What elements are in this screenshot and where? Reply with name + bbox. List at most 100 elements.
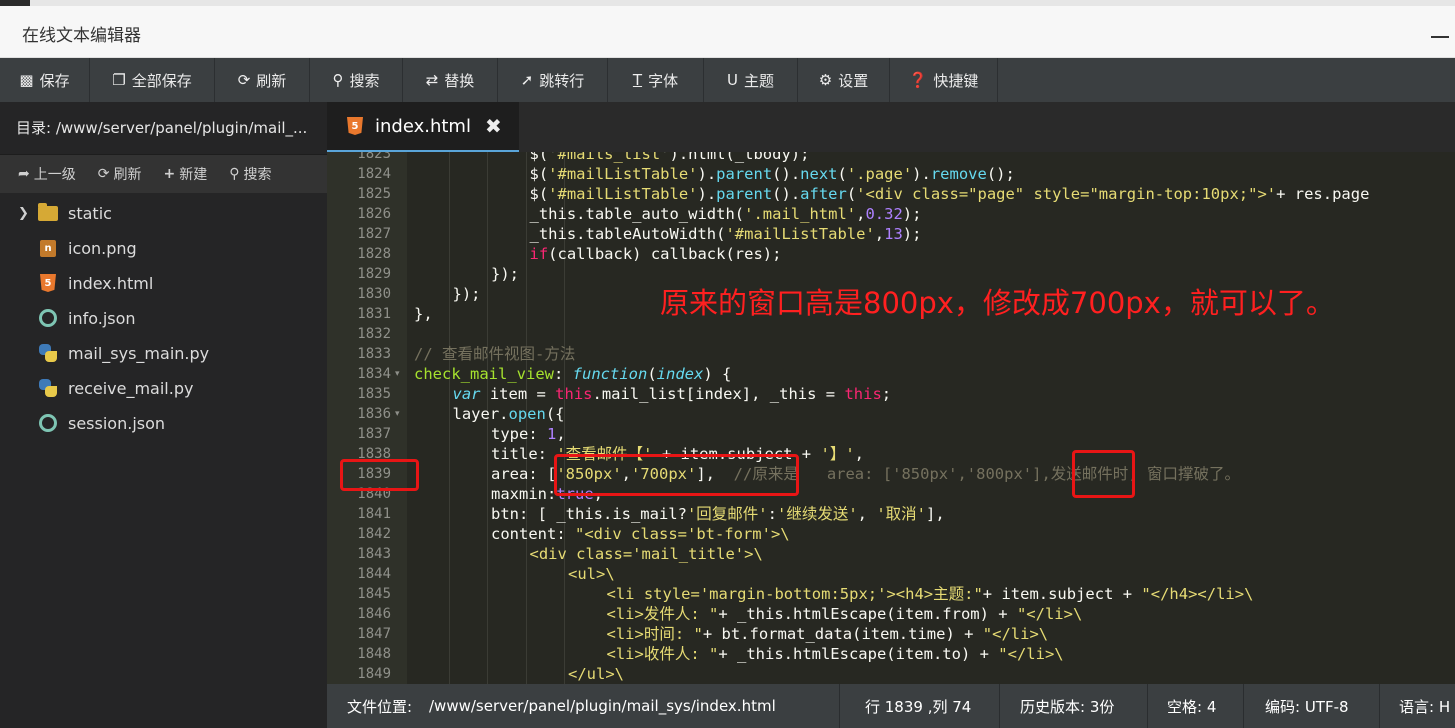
file-name: info.json: [68, 308, 136, 328]
code-token: ().: [772, 165, 801, 183]
code-token: parent: [716, 165, 773, 183]
file-item[interactable]: mail_sys_main.py: [0, 336, 327, 370]
indent-spaces[interactable]: 空格: 4: [1167, 684, 1216, 728]
code-token: );: [902, 205, 922, 223]
close-icon[interactable]: ✖: [485, 114, 502, 138]
up-level-button[interactable]: ➦ 上一级: [18, 164, 76, 184]
save-button[interactable]: ▩ 保存: [0, 58, 90, 102]
status-divider: [1379, 684, 1380, 728]
language-mode[interactable]: 语言: H: [1399, 684, 1450, 728]
code-token: + bt.format_data(item.time) +: [702, 625, 983, 643]
file-item[interactable]: n icon.png: [0, 231, 327, 265]
code-line: <li>时间: "+ bt.format_data(item.time) + "…: [607, 624, 1049, 644]
question-icon: ❓: [908, 71, 928, 89]
search-button[interactable]: ⚲ 搜索: [310, 58, 403, 102]
goto-line-button[interactable]: ➚ 跳转行: [498, 58, 608, 102]
code-token: this: [844, 385, 882, 403]
code-token: "</li>\: [998, 645, 1064, 663]
code-token: '】': [820, 445, 855, 463]
code-token: },: [414, 305, 433, 323]
annotation-note: 原来的窗口高是800px，修改成700px，就可以了。: [660, 286, 1335, 320]
file-item[interactable]: 5 index.html: [0, 266, 327, 300]
line-number: 1824: [357, 166, 391, 182]
gear-icon: ⚙: [818, 71, 833, 89]
code-token: + item.subject +: [982, 585, 1142, 603]
tab-index-html[interactable]: 5 index.html ✖: [327, 102, 519, 152]
refresh-button[interactable]: ⟳ 刷新: [215, 58, 310, 102]
file-name: index.html: [68, 273, 154, 293]
window-title: 在线文本编辑器: [22, 26, 141, 46]
code-token: <ul>\: [568, 565, 615, 583]
file-item[interactable]: receive_mail.py: [0, 371, 327, 405]
code-token: "</li>\: [1016, 605, 1083, 623]
line-number: 1832: [357, 326, 391, 342]
line-number: 1849: [357, 666, 391, 682]
cursor-position[interactable]: 行 1839 ,列 74: [865, 684, 971, 728]
file-item[interactable]: ❯ static: [0, 196, 327, 230]
code-token: <li>发件人: ": [606, 605, 719, 623]
line-number: 1834: [357, 366, 391, 382]
code-token: title:: [491, 445, 557, 463]
code-token: open: [508, 405, 546, 423]
code-editor[interactable]: 1823 1824 1825 1826 1827 1828 1829 1830 1831 1832…: [327, 152, 1455, 684]
line-number: 1844: [357, 566, 391, 582]
code-token: <div class='mail_title'>\: [529, 545, 763, 563]
refresh-icon: ⟳: [237, 71, 251, 89]
save-icon: ▩: [19, 71, 34, 89]
code-token: index: [656, 365, 704, 383]
code-line: type: 1,: [491, 424, 566, 444]
code-token: ();: [986, 165, 1015, 183]
shortcuts-button[interactable]: ❓ 快捷键: [890, 58, 998, 102]
code-token: btn: [ _this.is_mail?: [491, 505, 687, 523]
code-token: '<div class="page" style="margin-top:10p…: [856, 185, 1277, 203]
file-name: session.json: [68, 413, 166, 433]
code-token: <li style='margin-bottom:5px;'><h4>主题:": [606, 585, 983, 603]
line-number: 1846: [357, 606, 391, 622]
python-icon: [38, 343, 58, 363]
code-line: });: [491, 264, 519, 284]
code-line: layer.open({: [453, 404, 565, 424]
code-token: _this.table_auto_width(: [529, 205, 745, 223]
file-sidebar: 目录: /www/server/panel/plugin/mail_... ➦ 上…: [0, 102, 327, 728]
encoding[interactable]: 编码: UTF-8: [1265, 684, 1349, 728]
code-token: area: [: [491, 465, 557, 483]
line-number: 1828: [357, 246, 391, 262]
code-line: },: [414, 304, 433, 324]
line-number: 1827: [357, 226, 391, 242]
minimize-button[interactable]: [1431, 36, 1449, 38]
sidebar-search-button[interactable]: ⚲ 搜索: [229, 164, 271, 184]
fold-toggle-icon[interactable]: ▾: [395, 364, 400, 384]
code-token: (callback) callback(res);: [548, 245, 782, 263]
fold-toggle-icon[interactable]: ▾: [395, 404, 400, 424]
theme-button[interactable]: U 主题: [704, 58, 798, 102]
code-token: (: [846, 185, 857, 203]
code-token: //原来是 area: ['850px','800px'],发送邮件时, 窗口撑…: [733, 465, 1240, 483]
replace-button[interactable]: ⇄ 替换: [403, 58, 498, 102]
theme-icon: U: [727, 71, 738, 89]
status-bar: 文件位置: /www/server/panel/plugin/mail_sys/…: [327, 684, 1455, 728]
file-item[interactable]: info.json: [0, 301, 327, 335]
tab-label: index.html: [375, 115, 471, 137]
python-icon: [38, 378, 58, 398]
font-button[interactable]: T 字体: [608, 58, 704, 102]
code-token: // 查看邮件视图-方法: [414, 345, 576, 363]
code-line: <div class='mail_title'>\: [530, 544, 763, 564]
code-token: ({: [545, 405, 565, 423]
code-token: type:: [491, 425, 547, 443]
sidebar-refresh-button[interactable]: ⟳ 刷新: [98, 164, 142, 184]
toolbar: ▩ 保存 ❐ 全部保存 ⟳ 刷新 ⚲ 搜索 ⇄ 替换 ➚ 跳转行 T 字体 U 主题 ⚙ 设置 ❓…: [0, 58, 1455, 102]
settings-button[interactable]: ⚙ 设置: [798, 58, 890, 102]
file-item[interactable]: session.json: [0, 406, 327, 440]
code-token: <li>时间: ": [606, 625, 703, 643]
code-token: maxmin:: [491, 485, 557, 503]
code-token: '#mailListTable': [548, 185, 698, 203]
history-versions[interactable]: 历史版本: 3份: [1020, 684, 1114, 728]
save-all-button[interactable]: ❐ 全部保存: [90, 58, 215, 102]
code-token: '继续发送': [776, 505, 858, 523]
code-token: ],: [926, 505, 945, 523]
code-token: ,: [556, 425, 566, 443]
code-token: remove: [930, 165, 987, 183]
new-file-button[interactable]: + 新建: [163, 164, 207, 184]
indent-guide: [448, 152, 450, 684]
code-token: $(: [529, 185, 549, 203]
